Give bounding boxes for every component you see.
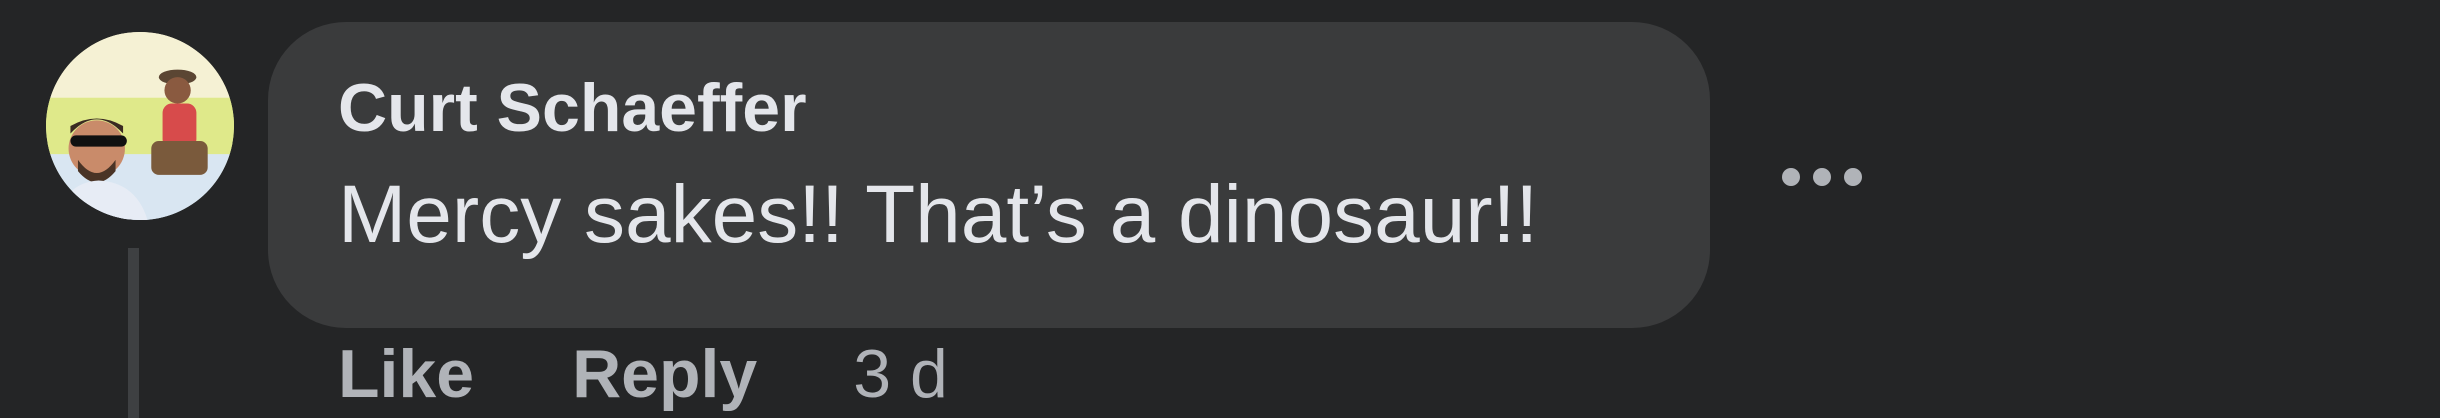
avatar[interactable] xyxy=(46,32,234,220)
comment-actions: Like Reply 3 d xyxy=(338,340,948,408)
more-dot xyxy=(1782,168,1800,186)
more-horizontal-icon[interactable] xyxy=(1782,166,1862,188)
comment-text: Mercy sakes!! That’s a dinosaur!! xyxy=(338,169,1539,260)
more-dot xyxy=(1813,168,1831,186)
comment-thread: Curt Schaeffer Mercy sakes!! That’s a di… xyxy=(0,0,2440,418)
comment-bubble: Curt Schaeffer Mercy sakes!! That’s a di… xyxy=(268,22,1710,328)
like-button[interactable]: Like xyxy=(338,340,474,408)
comment-timestamp[interactable]: 3 d xyxy=(853,340,948,408)
thread-line xyxy=(128,248,139,418)
reply-button[interactable]: Reply xyxy=(572,340,757,408)
more-dot xyxy=(1844,168,1862,186)
comment-author[interactable]: Curt Schaeffer xyxy=(338,74,1710,142)
